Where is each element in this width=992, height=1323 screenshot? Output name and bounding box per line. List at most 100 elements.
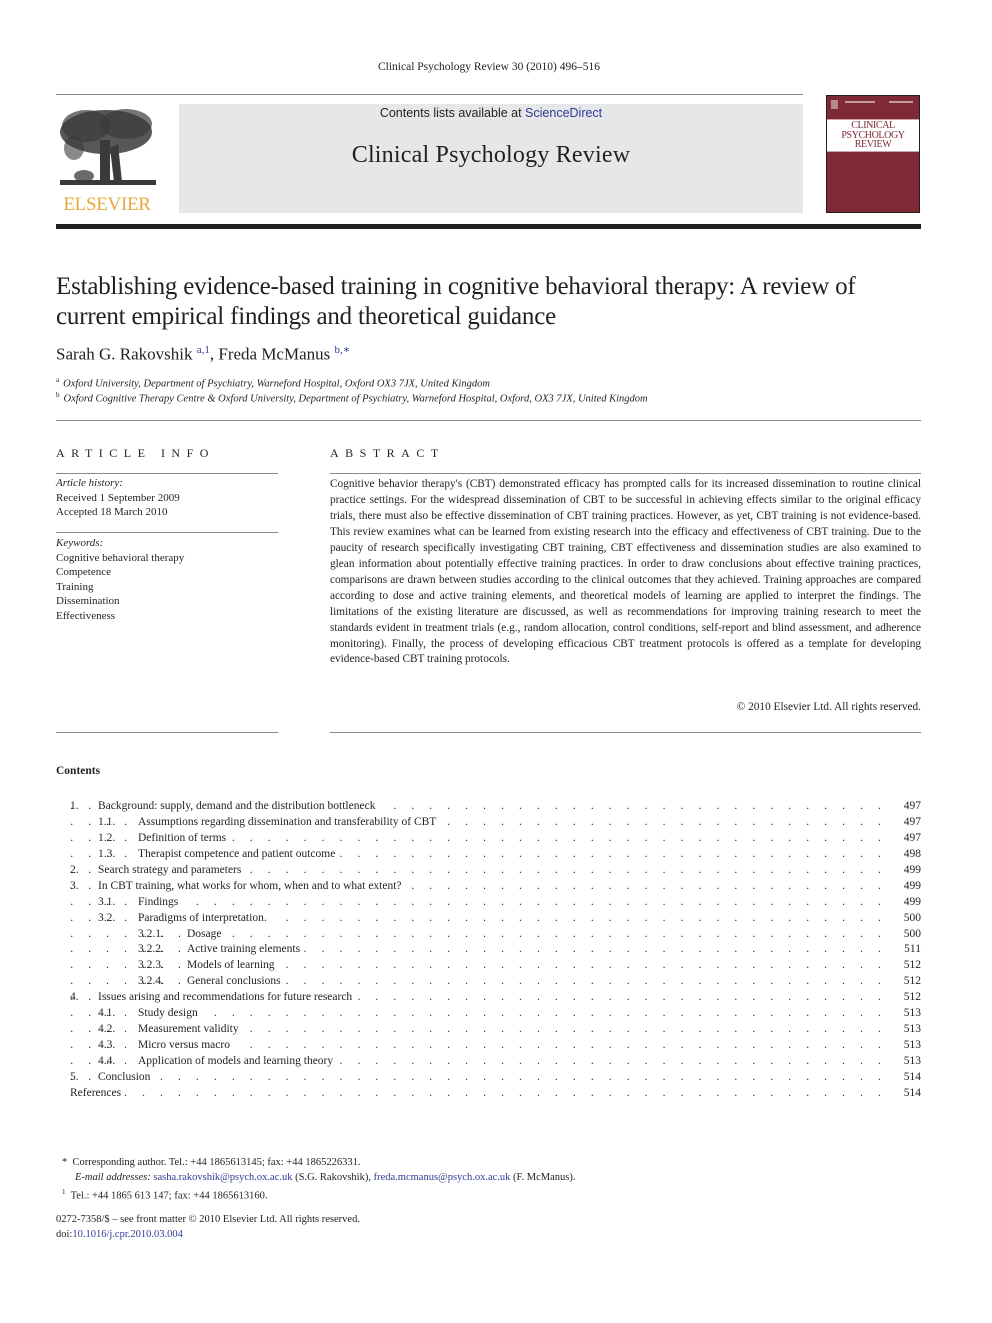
toc-entry[interactable]: . . . . . . . . . . . . . . . . . . . . … bbox=[56, 1006, 921, 1023]
toc-entry[interactable]: . . . . . . . . . . . . . . . . . . . . … bbox=[56, 799, 921, 815]
toc-entry[interactable]: . . . . . . . . . . . . . . . . . . . . … bbox=[56, 974, 921, 991]
journal-title: Clinical Psychology Review bbox=[351, 142, 631, 168]
article-info-rule bbox=[56, 473, 278, 474]
toc-entry[interactable]: . . . . . . . . . . . . . . . . . . . . … bbox=[56, 910, 921, 927]
toc-entry[interactable]: . . . . . . . . . . . . . . . . . . . . … bbox=[56, 1022, 921, 1039]
email-addresses: E-mail addresses: sasha.rakovshik@psych.… bbox=[62, 1171, 922, 1186]
author-affiliation-link[interactable]: b,∗ bbox=[335, 344, 351, 356]
toc-entry-title[interactable]: Dosage bbox=[187, 926, 226, 943]
toc-entry[interactable]: . . . . . . . . . . . . . . . . . . . . … bbox=[56, 846, 921, 863]
toc-entry-title[interactable]: Background: supply, demand and the distr… bbox=[98, 799, 380, 815]
keywords-label: Keywords: bbox=[56, 537, 104, 549]
doi-link[interactable]: 10.1016/j.cpr.2010.03.004 bbox=[72, 1229, 183, 1240]
cover-header-line bbox=[845, 101, 875, 103]
article-info-bottom-rule bbox=[56, 732, 278, 733]
toc-entry-title[interactable]: Issues arising and recommendations for f… bbox=[98, 990, 357, 1007]
toc-entry-page[interactable]: 498 bbox=[889, 846, 921, 863]
toc-entry-page[interactable]: 513 bbox=[889, 1006, 921, 1023]
author-affiliation-link[interactable]: a,1 bbox=[197, 344, 210, 356]
toc-entry-title[interactable]: Paradigms of interpretation. bbox=[138, 910, 271, 927]
toc-entry-title[interactable]: Assumptions regarding dissemination and … bbox=[138, 814, 441, 831]
toc-entry[interactable]: . . . . . . . . . . . . . . . . . . . . … bbox=[56, 1085, 921, 1102]
abstract-text: Cognitive behavior therapy's (CBT) demon… bbox=[330, 478, 921, 666]
toc-entry-title[interactable]: Definition of terms bbox=[138, 830, 231, 847]
affiliation: a Oxford University, Department of Psychi… bbox=[56, 376, 490, 390]
toc-entry-page[interactable]: 511 bbox=[889, 942, 921, 959]
doi-line: doi:10.1016/j.cpr.2010.03.004 bbox=[56, 1228, 360, 1243]
toc-entry-title[interactable]: Conclusion bbox=[98, 1069, 155, 1086]
toc-entry[interactable]: . . . . . . . . . . . . . . . . . . . . … bbox=[56, 814, 921, 831]
toc-entry[interactable]: . . . . . . . . . . . . . . . . . . . . … bbox=[56, 830, 921, 847]
toc-entry-page[interactable]: 499 bbox=[889, 862, 921, 879]
toc-entry-page[interactable]: 513 bbox=[889, 1038, 921, 1055]
affiliation-text: Oxford University, Department of Psychia… bbox=[63, 378, 490, 390]
toc-entry-page[interactable]: 497 bbox=[889, 814, 921, 831]
toc-entry-title[interactable]: References bbox=[70, 1085, 126, 1102]
toc-entry[interactable]: . . . . . . . . . . . . . . . . . . . . … bbox=[56, 878, 921, 895]
toc-entry-page[interactable]: 500 bbox=[889, 910, 921, 927]
toc-entry-title[interactable]: Models of learning bbox=[187, 958, 279, 975]
toc-entry-title[interactable]: Micro versus macro bbox=[138, 1038, 234, 1055]
email-link-mcmanus[interactable]: freda.mcmanus@psych.ox.ac.uk bbox=[374, 1172, 511, 1183]
cover-header-line bbox=[889, 101, 913, 103]
toc-entry[interactable]: . . . . . . . . . . . . . . . . . . . . … bbox=[56, 894, 921, 911]
toc-entry-title[interactable]: General conclusions bbox=[187, 974, 285, 991]
toc-entry-page[interactable]: 514 bbox=[889, 1069, 921, 1086]
toc-entry-page[interactable]: 512 bbox=[889, 974, 921, 991]
sciencedirect-link[interactable]: ScienceDirect bbox=[525, 106, 602, 120]
toc-entry-title[interactable]: In CBT training, what works for whom, wh… bbox=[98, 878, 406, 895]
toc-entry-page[interactable]: 514 bbox=[889, 1085, 921, 1102]
cover-title-band: CLINICAL PSYCHOLOGY REVIEW bbox=[827, 119, 919, 152]
author-name: Sarah G. Rakovshik bbox=[56, 344, 193, 364]
toc-leader-dots: . . . . . . . . . . . . . . . . . . . . … bbox=[56, 975, 887, 988]
toc-entry-page[interactable]: 497 bbox=[889, 799, 921, 815]
footnote-1-text: Tel.: +44 1865 613 147; fax: +44 1865613… bbox=[70, 1190, 268, 1202]
header-rule bbox=[56, 94, 803, 95]
toc-entry-title[interactable]: Measurement validity bbox=[138, 1022, 243, 1039]
abstract-bottom-rule bbox=[330, 732, 921, 733]
cover-logo-icon bbox=[831, 100, 838, 109]
toc-entry-page[interactable]: 499 bbox=[889, 894, 921, 911]
elsevier-tree-icon bbox=[60, 109, 156, 185]
toc-entry[interactable]: . . . . . . . . . . . . . . . . . . . . … bbox=[56, 1038, 921, 1055]
toc-entry-page[interactable]: 499 bbox=[889, 878, 921, 895]
doi-prefix: doi: bbox=[56, 1228, 73, 1240]
toc-entry-title[interactable]: Findings bbox=[138, 894, 183, 911]
author-list: Sarah G. Rakovshik a,1, Freda McManus b,… bbox=[56, 343, 350, 365]
corresponding-author-text: Corresponding author. Tel.: +44 18656131… bbox=[72, 1157, 361, 1168]
toc-entry-page[interactable]: 513 bbox=[889, 1054, 921, 1070]
journal-cover-thumbnail[interactable]: CLINICAL PSYCHOLOGY REVIEW bbox=[826, 95, 920, 213]
toc-entry-title[interactable]: Application of models and learning theor… bbox=[138, 1054, 338, 1070]
toc-entry-title[interactable]: Active training elements bbox=[187, 942, 305, 959]
accepted-date: Accepted 18 March 2010 bbox=[56, 506, 168, 518]
toc-entry-title[interactable]: Therapist competence and patient outcome bbox=[138, 846, 340, 863]
email-link-rakovshik[interactable]: sasha.rakovshik@psych.ox.ac.uk bbox=[153, 1172, 292, 1183]
contents-available-line: Contents lists available at ScienceDirec… bbox=[179, 106, 803, 120]
table-of-contents: . . . . . . . . . . . . . . . . . . . . … bbox=[56, 799, 921, 1102]
contents-heading: Contents bbox=[56, 765, 101, 777]
received-date: Received 1 September 2009 bbox=[56, 491, 180, 504]
keyword: Competence bbox=[56, 566, 111, 578]
toc-entry-title[interactable]: Study design bbox=[138, 1006, 202, 1023]
toc-entry[interactable]: . . . . . . . . . . . . . . . . . . . . … bbox=[56, 990, 921, 1007]
toc-entry-page[interactable]: 497 bbox=[889, 830, 921, 847]
toc-entry[interactable]: . . . . . . . . . . . . . . . . . . . . … bbox=[56, 958, 921, 975]
toc-entry-title[interactable]: Search strategy and parameters bbox=[98, 862, 246, 879]
affiliation-mark: a bbox=[56, 376, 60, 384]
toc-entry[interactable]: . . . . . . . . . . . . . . . . . . . . … bbox=[56, 1069, 921, 1086]
elsevier-wordmark: ELSEVIER bbox=[63, 194, 151, 215]
toc-entry[interactable]: . . . . . . . . . . . . . . . . . . . . … bbox=[56, 942, 921, 959]
article-history: Article history: Received 1 September 20… bbox=[56, 476, 278, 520]
header-thick-rule bbox=[56, 224, 921, 229]
email-owner: (S.G. Rakovshik), bbox=[292, 1171, 374, 1183]
toc-entry-page[interactable]: 512 bbox=[889, 958, 921, 975]
toc-entry-page[interactable]: 500 bbox=[889, 926, 921, 943]
elsevier-logo[interactable]: ELSEVIER bbox=[56, 104, 158, 216]
toc-entry[interactable]: . . . . . . . . . . . . . . . . . . . . … bbox=[56, 1054, 921, 1070]
toc-entry-page[interactable]: 512 bbox=[889, 990, 921, 1007]
cover-title-line: REVIEW bbox=[854, 139, 892, 150]
toc-entry-page[interactable]: 513 bbox=[889, 1022, 921, 1039]
corresponding-author-note: * Corresponding author. Tel.: +44 186561… bbox=[62, 1156, 922, 1171]
toc-entry[interactable]: . . . . . . . . . . . . . . . . . . . . … bbox=[56, 926, 921, 943]
toc-entry[interactable]: . . . . . . . . . . . . . . . . . . . . … bbox=[56, 862, 921, 879]
